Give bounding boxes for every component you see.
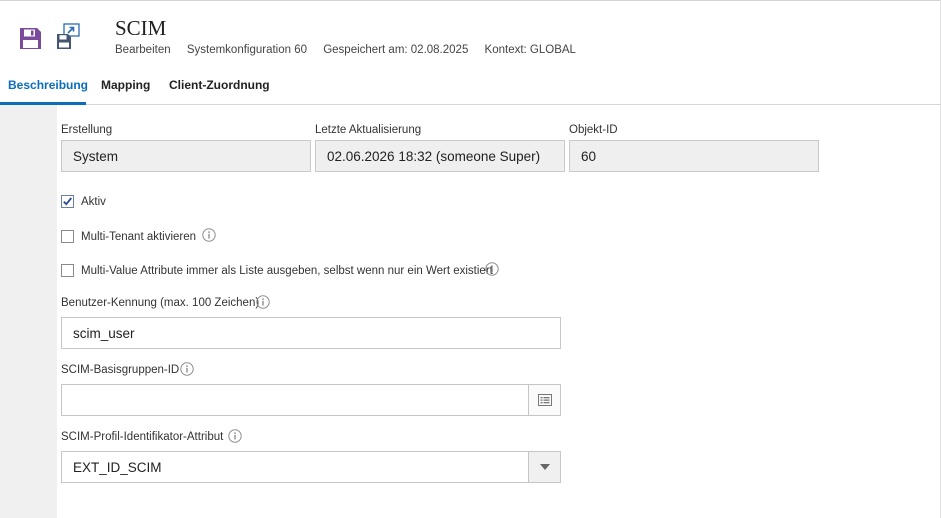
profile-attr-label: SCIM-Profil-Identifikator-Attribut — [61, 431, 224, 443]
left-gutter — [0, 105, 57, 518]
multi-value-label: Multi-Value Attribute immer als Liste au… — [81, 265, 493, 277]
dropdown-toggle[interactable] — [528, 452, 560, 482]
base-group-input[interactable] — [61, 384, 561, 416]
list-picker-button[interactable] — [528, 385, 560, 415]
config-text: Systemkonfiguration 60 — [186, 44, 308, 56]
save-and-export-button[interactable] — [53, 21, 83, 51]
floppy-disk-icon — [19, 27, 41, 49]
tab-bar: Beschreibung Mapping Client-Zuordnung — [0, 66, 941, 105]
updated-field: 02.06.2026 18:32 (someone Super) — [315, 140, 565, 172]
updated-label: Letzte Aktualisierung — [315, 124, 422, 136]
user-id-input[interactable]: scim_user — [61, 317, 561, 349]
header: SCIM Bearbeiten Systemkonfiguration 60 G… — [0, 1, 941, 65]
object-id-field: 60 — [569, 140, 819, 172]
chevron-down-icon — [539, 464, 550, 470]
info-icon[interactable] — [180, 362, 194, 376]
created-label: Erstellung — [61, 124, 113, 136]
base-group-label: SCIM-Basisgruppen-ID — [61, 364, 180, 376]
header-meta: Bearbeiten Systemkonfiguration 60 Gespei… — [115, 44, 589, 56]
created-field: System — [61, 140, 311, 172]
user-id-label: Benutzer-Kennung (max. 100 Zeichen) — [61, 297, 260, 309]
list-icon — [537, 394, 552, 406]
info-icon[interactable] — [256, 295, 270, 309]
mode-text: Bearbeiten — [115, 44, 171, 56]
tab-client-zuordnung[interactable]: Client-Zuordnung — [169, 66, 270, 104]
tab-beschreibung[interactable]: Beschreibung — [8, 66, 88, 104]
info-icon[interactable] — [485, 262, 499, 276]
page-title: SCIM — [115, 16, 167, 40]
info-icon[interactable] — [228, 429, 242, 443]
save-button[interactable] — [15, 23, 45, 53]
info-icon[interactable] — [202, 228, 216, 242]
multi-tenant-checkbox[interactable] — [61, 230, 74, 243]
profile-attr-value: EXT_ID_SCIM — [73, 459, 162, 475]
profile-attr-select[interactable]: EXT_ID_SCIM — [61, 451, 561, 483]
saved-date-text: Gespeichert am: 02.08.2025 — [323, 44, 469, 56]
tab-mapping[interactable]: Mapping — [101, 66, 150, 104]
active-checkbox[interactable] — [61, 195, 74, 208]
save-export-icon — [57, 23, 80, 49]
active-label: Aktiv — [81, 196, 106, 208]
multi-tenant-label: Multi-Tenant aktivieren — [81, 231, 197, 243]
multi-value-checkbox[interactable] — [61, 264, 74, 277]
checkmark-icon — [63, 197, 73, 206]
context-text: Kontext: GLOBAL — [484, 44, 576, 56]
object-id-label: Objekt-ID — [569, 124, 618, 136]
